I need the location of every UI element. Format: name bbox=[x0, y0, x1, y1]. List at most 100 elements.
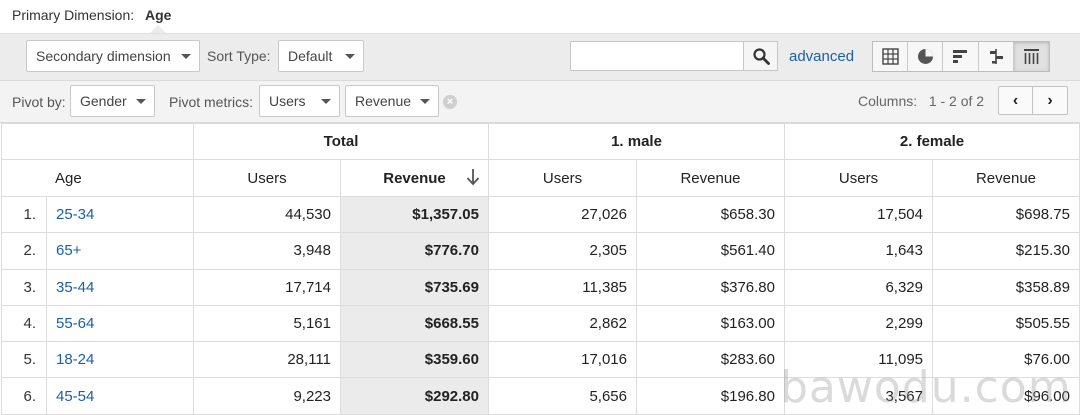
pivot-by-dropdown[interactable]: Gender bbox=[70, 85, 155, 117]
sort-descending-icon bbox=[466, 169, 480, 186]
group-header-total: Total bbox=[193, 123, 489, 160]
secondary-dimension-label: Secondary dimension bbox=[36, 48, 171, 64]
total-users-cell: 17,714 bbox=[193, 268, 341, 306]
search-input[interactable] bbox=[570, 41, 744, 71]
row-index: 1. bbox=[1, 195, 47, 234]
pivot-metric-1-dropdown[interactable]: Users bbox=[259, 85, 340, 117]
row-index: 2. bbox=[1, 232, 47, 270]
columns-range: 1 - 2 of 2 bbox=[928, 93, 985, 109]
table-row: 2. 65+ 3,948 $776.70 2,305 $561.40 1,643 $215.3… bbox=[1, 232, 1080, 270]
prev-columns-button[interactable]: ‹ bbox=[999, 87, 1033, 114]
row-index: 5. bbox=[1, 341, 47, 379]
table-view-icon bbox=[882, 48, 899, 65]
row-index: 4. bbox=[1, 304, 47, 343]
pivot-by-value: Gender bbox=[80, 93, 127, 109]
total-revenue-cell: $668.55 bbox=[340, 304, 489, 343]
total-users-cell: 9,223 bbox=[193, 377, 341, 415]
sort-type-label: Sort Type: bbox=[207, 48, 271, 64]
dimension-header-age[interactable]: Age bbox=[1, 159, 194, 197]
performance-view-button[interactable] bbox=[943, 42, 979, 71]
sort-type-value: Default bbox=[288, 48, 333, 64]
total-users-cell: 5,161 bbox=[193, 304, 341, 343]
female-revenue-cell: $505.55 bbox=[932, 304, 1080, 343]
pivot-view-icon bbox=[1023, 49, 1039, 64]
total-users-cell: 44,530 bbox=[193, 195, 341, 234]
age-link[interactable]: 18-24 bbox=[46, 341, 194, 379]
male-users-cell: 2,305 bbox=[488, 232, 637, 270]
remove-metric-icon[interactable]: × bbox=[443, 95, 457, 109]
male-revenue-cell: $376.80 bbox=[636, 268, 785, 306]
age-link[interactable]: 35-44 bbox=[46, 268, 194, 306]
male-users-cell: 11,385 bbox=[488, 268, 637, 306]
columns-indicator: Columns: 1 - 2 of 2 bbox=[858, 93, 984, 109]
group-header-male: 1. male bbox=[488, 123, 785, 160]
female-users-cell: 6,329 bbox=[784, 268, 933, 306]
age-link[interactable]: 25-34 bbox=[46, 195, 194, 234]
total-revenue-cell: $359.60 bbox=[340, 341, 489, 379]
comparison-view-icon bbox=[989, 49, 1003, 64]
male-users-cell: 2,862 bbox=[488, 304, 637, 343]
male-users-cell: 5,656 bbox=[488, 377, 637, 415]
metric-header-row: Age Users Revenue Users Revenue Users Re… bbox=[1, 159, 1080, 197]
male-revenue-cell: $283.60 bbox=[636, 341, 785, 379]
pivot-metric-2-dropdown[interactable]: Revenue bbox=[345, 85, 439, 117]
column-pager: ‹ › bbox=[998, 86, 1068, 115]
chevron-down-icon bbox=[321, 99, 331, 104]
row-index: 3. bbox=[1, 268, 47, 306]
total-revenue-cell: $292.80 bbox=[340, 377, 489, 415]
view-switcher bbox=[872, 41, 1050, 72]
next-columns-button[interactable]: › bbox=[1033, 87, 1067, 114]
pivot-metric-2-value: Revenue bbox=[355, 93, 412, 109]
table-row: 1. 25-34 44,530 $1,357.05 27,026 $658.30 17,50… bbox=[1, 195, 1080, 234]
search-button[interactable] bbox=[743, 41, 778, 71]
header-male-revenue[interactable]: Revenue bbox=[636, 159, 785, 197]
pivot-metric-1-value: Users bbox=[269, 93, 306, 109]
pie-view-icon bbox=[918, 49, 934, 64]
primary-dimension-bar: Primary Dimension: Age bbox=[0, 0, 1080, 33]
watermark: bawodu.com bbox=[780, 362, 1072, 413]
age-link[interactable]: 65+ bbox=[46, 232, 194, 270]
age-link[interactable]: 55-64 bbox=[46, 304, 194, 343]
pivot-by-label: Pivot by: bbox=[12, 94, 66, 110]
male-revenue-cell: $561.40 bbox=[636, 232, 785, 270]
table-view-button[interactable] bbox=[873, 42, 909, 71]
columns-label: Columns: bbox=[858, 93, 918, 109]
performance-view-icon bbox=[953, 50, 968, 63]
male-users-cell: 17,016 bbox=[488, 341, 637, 379]
female-users-cell: 17,504 bbox=[784, 195, 933, 234]
total-users-cell: 3,948 bbox=[193, 232, 341, 270]
header-total-users[interactable]: Users bbox=[193, 159, 341, 197]
pivot-view-button[interactable] bbox=[1013, 42, 1049, 71]
table-toolbar: Secondary dimension Sort Type: Default a… bbox=[0, 33, 1080, 80]
female-revenue-cell: $215.30 bbox=[932, 232, 1080, 270]
sort-type-dropdown[interactable]: Default bbox=[278, 40, 364, 72]
total-revenue-cell: $776.70 bbox=[340, 232, 489, 270]
group-header-female: 2. female bbox=[784, 123, 1080, 160]
primary-dimension-label: Primary Dimension: bbox=[12, 7, 135, 23]
male-users-cell: 27,026 bbox=[488, 195, 637, 234]
chevron-down-icon bbox=[181, 54, 191, 59]
pivot-bar: Pivot by: Gender Pivot metrics: Users Re… bbox=[0, 80, 1080, 123]
total-revenue-cell: $1,357.05 bbox=[340, 195, 489, 234]
empty-corner bbox=[1, 123, 194, 160]
comparison-view-button[interactable] bbox=[979, 42, 1014, 71]
header-female-revenue[interactable]: Revenue bbox=[932, 159, 1080, 197]
female-users-cell: 1,643 bbox=[784, 232, 933, 270]
row-index: 6. bbox=[1, 377, 47, 415]
chevron-down-icon bbox=[420, 99, 430, 104]
selected-caret bbox=[150, 25, 166, 33]
pivot-group-header: Total 1. male 2. female bbox=[1, 123, 1080, 160]
header-total-revenue[interactable]: Revenue bbox=[340, 159, 489, 197]
advanced-link[interactable]: advanced bbox=[789, 48, 854, 65]
age-link[interactable]: 45-54 bbox=[46, 377, 194, 415]
pivot-metrics-label: Pivot metrics: bbox=[169, 94, 254, 110]
header-male-users[interactable]: Users bbox=[488, 159, 637, 197]
pie-view-button[interactable] bbox=[908, 42, 944, 71]
female-revenue-cell: $698.75 bbox=[932, 195, 1080, 234]
header-female-users[interactable]: Users bbox=[784, 159, 933, 197]
chevron-down-icon bbox=[345, 54, 355, 59]
chevron-down-icon bbox=[136, 99, 146, 104]
male-revenue-cell: $658.30 bbox=[636, 195, 785, 234]
secondary-dimension-dropdown[interactable]: Secondary dimension bbox=[26, 40, 200, 72]
primary-dimension-value[interactable]: Age bbox=[145, 7, 171, 23]
